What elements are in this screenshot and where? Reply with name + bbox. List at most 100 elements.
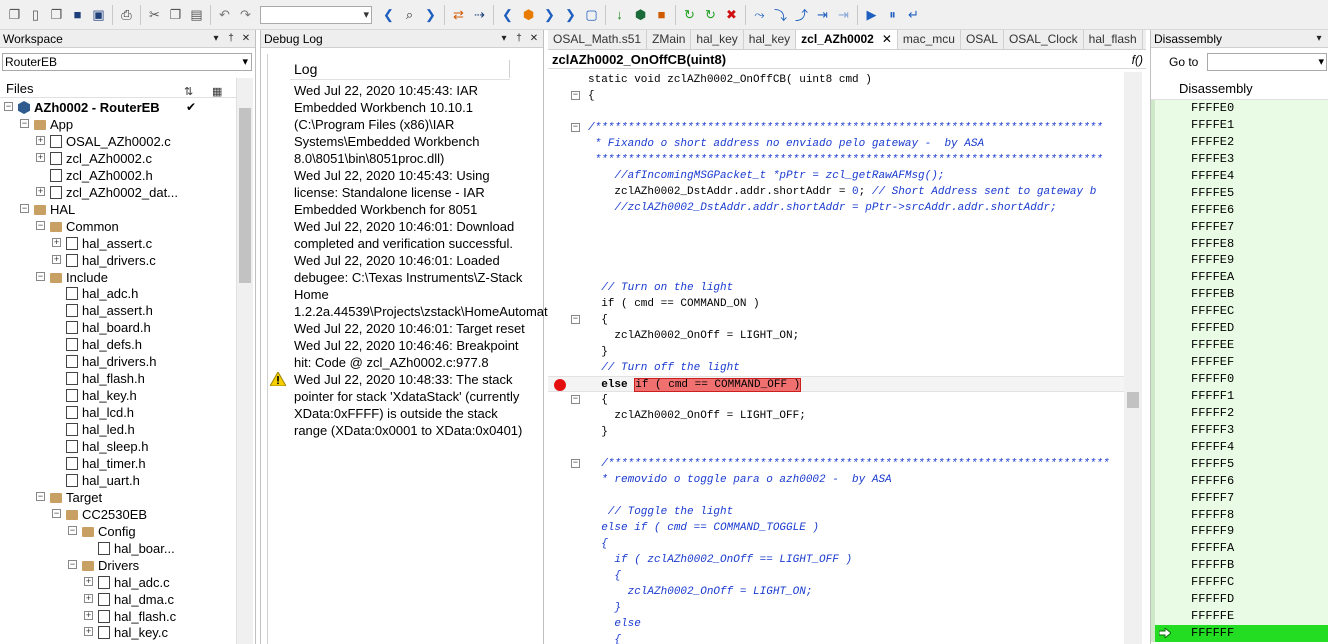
tree-folder[interactable]: − CC2530EB xyxy=(0,506,236,523)
close-icon[interactable]: ✕ xyxy=(528,32,540,46)
tree-file[interactable]: hal_key.h xyxy=(0,387,236,404)
code-line[interactable]: { xyxy=(548,632,1124,644)
disassembly-row[interactable]: FFFFF3 xyxy=(1151,421,1328,439)
tree-folder[interactable]: − HAL xyxy=(0,201,236,218)
find-combo[interactable] xyxy=(260,5,372,24)
print-button[interactable]: ⎙ xyxy=(116,4,137,26)
tree-file[interactable]: + zcl_AZh0002_dat... xyxy=(0,184,236,201)
code-line[interactable]: } xyxy=(548,344,1124,360)
collapse-icon[interactable]: − xyxy=(68,525,77,535)
close-tab-icon[interactable]: ✕ xyxy=(882,32,892,46)
collapse-icon[interactable]: − xyxy=(4,102,13,111)
save-all-button[interactable]: ▣ xyxy=(88,4,109,26)
code-line[interactable]: zclAZh0002_OnOff = LIGHT_ON; xyxy=(548,328,1124,344)
new-file-button[interactable]: ▯ xyxy=(25,4,46,26)
tree-file[interactable]: hal_lcd.h xyxy=(0,404,236,421)
log-entry[interactable]: Wed Jul 22, 2020 10:46:46: Breakpoint hi… xyxy=(290,337,534,371)
tab-zmain[interactable]: ZMain xyxy=(647,30,692,49)
configuration-select[interactable]: RouterEB xyxy=(2,53,252,71)
panel-menu-icon[interactable]: ▾ xyxy=(210,32,222,46)
tree-file[interactable]: + hal_assert.c xyxy=(0,235,236,252)
disassembly-row[interactable]: FFFFF9 xyxy=(1151,523,1328,541)
disassembly-row[interactable]: FFFFE7 xyxy=(1151,218,1328,236)
log-entry[interactable]: Wed Jul 22, 2020 10:48:33: The stack poi… xyxy=(270,371,534,439)
disassembly-row[interactable]: FFFFEF xyxy=(1151,354,1328,371)
code-line[interactable]: − { xyxy=(548,312,1124,328)
scrollbar-thumb[interactable] xyxy=(1127,392,1139,408)
code-view[interactable]: static void zclAZh0002_OnOffCB( uint8 cm… xyxy=(548,72,1124,644)
code-line[interactable]: * removido o toggle para o azh0002 - by … xyxy=(548,472,1124,488)
workspace-scrollbar[interactable] xyxy=(236,78,253,644)
code-line[interactable]: if ( cmd == COMMAND_ON ) xyxy=(548,296,1124,312)
log-entry[interactable]: Wed Jul 22, 2020 10:46:01: Target reset xyxy=(290,320,534,337)
tree-file[interactable]: hal_boar... xyxy=(0,540,236,557)
scrollbar-thumb[interactable] xyxy=(239,108,251,283)
log-entry[interactable]: Wed Jul 22, 2020 10:45:43: Using license… xyxy=(290,167,534,218)
function-list-icon[interactable]: f() xyxy=(1132,51,1143,69)
code-line[interactable]: //zclAZh0002_DstAddr.addr.shortAddr = pP… xyxy=(548,200,1124,216)
tree-project[interactable]: − AZh0002 - RouterEB ✔ xyxy=(0,99,236,116)
tree-folder[interactable]: − App xyxy=(0,116,236,133)
tab-osal-clock[interactable]: OSAL_Clock xyxy=(1004,30,1084,49)
disassembly-row[interactable]: FFFFF8 xyxy=(1151,506,1328,524)
find-button[interactable]: ⌕ xyxy=(399,4,420,26)
disassembly-row[interactable]: FFFFFA xyxy=(1151,540,1328,558)
break-button[interactable]: ⏸ xyxy=(882,4,903,26)
tree-file[interactable]: hal_assert.h xyxy=(0,302,236,319)
swap-button[interactable]: ⇄ xyxy=(448,4,469,26)
tab-zcl-azh0002[interactable]: zcl_AZh0002 ✕ xyxy=(796,30,898,49)
code-line[interactable]: { xyxy=(548,568,1124,584)
prev-bookmark-button[interactable]: ❮ xyxy=(497,4,518,26)
disassembly-row[interactable]: FFFFE0 xyxy=(1151,100,1328,117)
navigate-forward-button[interactable]: ❯ xyxy=(420,4,441,26)
log-entry[interactable]: Wed Jul 22, 2020 10:46:01: Loaded debuge… xyxy=(290,252,871,320)
tree-folder[interactable]: − Drivers xyxy=(0,557,236,574)
tree-file[interactable]: hal_uart.h xyxy=(0,472,236,489)
tab-osal-math-s51[interactable]: OSAL_Math.s51 xyxy=(548,30,648,49)
go-button[interactable]: ▶ xyxy=(861,4,882,26)
editor-scrollbar[interactable] xyxy=(1124,72,1142,644)
restart-button[interactable]: ↻ xyxy=(700,4,721,26)
expand-icon[interactable]: + xyxy=(52,237,61,247)
log-column-header[interactable]: Log xyxy=(290,58,510,80)
save-button[interactable]: ■ xyxy=(67,4,88,26)
code-line[interactable]: else if ( cmd == COMMAND_TOGGLE ) xyxy=(548,520,1124,536)
disassembly-row[interactable]: FFFFE5 xyxy=(1151,184,1328,202)
disassembly-row[interactable]: FFFFE6 xyxy=(1151,201,1328,219)
disassembly-row[interactable]: FFFFE9 xyxy=(1151,252,1328,270)
disassembly-row[interactable]: FFFFEE xyxy=(1151,337,1328,355)
code-line[interactable]: zclAZh0002_OnOff = LIGHT_OFF; xyxy=(548,408,1124,424)
disassembly-row[interactable]: FFFFE1 xyxy=(1151,116,1328,134)
disassembly-row[interactable]: FFFFFF xyxy=(1151,625,1328,642)
close-icon[interactable]: ✕ xyxy=(240,32,252,46)
expand-icon[interactable]: + xyxy=(84,627,93,637)
tree-file[interactable]: hal_defs.h xyxy=(0,336,236,353)
fold-icon[interactable]: − xyxy=(571,315,580,324)
log-entry[interactable]: Wed Jul 22, 2020 10:46:01: Download comp… xyxy=(290,218,534,252)
tab-list-icon[interactable]: ▾ xyxy=(1143,30,1146,49)
tree-file[interactable]: hal_led.h xyxy=(0,421,236,438)
expand-icon[interactable]: + xyxy=(52,254,61,264)
tab-mac-mcu[interactable]: mac_mcu xyxy=(898,30,961,49)
disassembly-row[interactable]: FFFFEC xyxy=(1151,303,1328,321)
code-line[interactable]: } xyxy=(548,424,1124,440)
pin-icon[interactable]: † xyxy=(513,32,525,46)
disassembly-row[interactable]: FFFFF7 xyxy=(1151,489,1328,507)
fold-icon[interactable]: − xyxy=(571,91,580,100)
tab-hal-key[interactable]: hal_key xyxy=(691,30,744,49)
panel-menu-icon[interactable]: ▾ xyxy=(498,32,510,46)
disassembly-row[interactable]: FFFFE2 xyxy=(1151,133,1328,151)
stop-debug-button[interactable]: ✖ xyxy=(721,4,742,26)
expand-icon[interactable]: + xyxy=(36,135,45,145)
undo-button[interactable]: ↶ xyxy=(214,4,235,26)
tab-hal-flash[interactable]: hal_flash xyxy=(1084,30,1143,49)
fold-icon[interactable]: − xyxy=(571,395,580,404)
expand-icon[interactable]: + xyxy=(84,593,93,603)
step-button[interactable]: ↵ xyxy=(903,4,924,26)
tree-file[interactable]: + hal_adc.c xyxy=(0,574,236,591)
tab-hal-key[interactable]: hal_key xyxy=(744,30,797,49)
disassembly-row[interactable]: FFFFF5 xyxy=(1151,455,1328,473)
code-line[interactable]: else if ( cmd == COMMAND_OFF ) xyxy=(548,376,1124,392)
log-entry[interactable]: Wed Jul 22, 2020 10:45:43: IAR Embedded … xyxy=(290,82,534,167)
paste-button[interactable]: ▤ xyxy=(186,4,207,26)
